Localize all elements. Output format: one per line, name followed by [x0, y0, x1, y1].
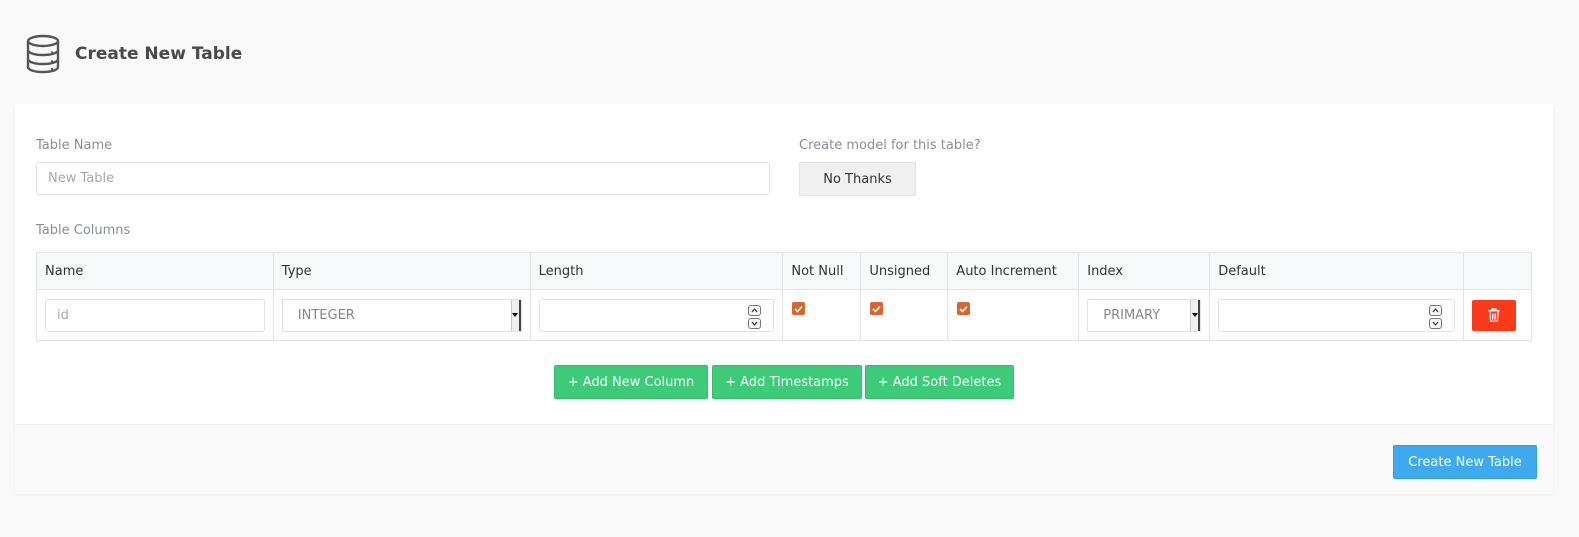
cell-not-null [782, 289, 862, 341]
trash-icon [1488, 308, 1500, 322]
spin-down-icon[interactable] [748, 317, 762, 329]
col-header-type: Type [272, 252, 531, 290]
spin-up-icon[interactable] [748, 304, 762, 316]
col-header-unsigned: Unsigned [860, 252, 949, 290]
cell-name: id [36, 289, 274, 341]
add-new-column-button[interactable]: + Add New Column [554, 365, 708, 399]
auto-increment-checkbox[interactable] [957, 302, 971, 315]
page-header: Create New Table [25, 34, 242, 74]
cell-type: INTEGER [272, 289, 531, 341]
chevron-down-icon[interactable] [1190, 299, 1201, 331]
page-title: Create New Table [75, 44, 243, 64]
create-model-label: Create model for this table? [799, 138, 981, 153]
unsigned-checkbox[interactable] [870, 302, 884, 315]
spin-up-icon[interactable] [1428, 304, 1442, 316]
not-null-checkbox[interactable] [792, 302, 806, 315]
chevron-down-icon[interactable] [510, 299, 521, 331]
type-select[interactable]: INTEGER [281, 298, 522, 332]
index-select-value: PRIMARY [1103, 307, 1161, 323]
table-row: id INTEGER PRIMARY [36, 289, 1533, 341]
table-name-label: Table Name [36, 138, 113, 153]
column-name-input[interactable]: id [45, 298, 265, 332]
database-icon [26, 34, 60, 74]
cell-unsigned [860, 289, 949, 341]
panel-footer: Create New Table [15, 424, 1553, 494]
add-timestamps-button[interactable]: + Add Timestamps [712, 365, 862, 399]
default-spinner[interactable] [1428, 304, 1442, 329]
cell-auto-increment [947, 289, 1080, 341]
cell-length [529, 289, 784, 341]
table-name-input[interactable] [36, 162, 770, 195]
cell-index: PRIMARY [1078, 289, 1211, 341]
spin-down-icon[interactable] [1428, 317, 1442, 329]
col-header-auto-increment: Auto Increment [947, 252, 1080, 290]
cell-actions [1462, 289, 1533, 341]
panel-body: Table Name Create model for this table? … [15, 104, 1553, 424]
check-icon [959, 305, 968, 313]
length-input[interactable] [538, 298, 775, 332]
table-header-row: Name Type Length Not Null Unsigned Auto … [36, 252, 1533, 290]
index-select[interactable]: PRIMARY [1087, 298, 1202, 332]
default-input[interactable] [1218, 298, 1455, 332]
check-icon [794, 305, 803, 313]
table-columns-label: Table Columns [36, 223, 131, 238]
cell-default [1209, 289, 1464, 341]
col-header-actions [1462, 252, 1533, 290]
check-icon [872, 305, 881, 313]
type-select-value: INTEGER [297, 307, 355, 323]
column-name-placeholder: id [57, 307, 69, 323]
delete-column-button[interactable] [1471, 299, 1516, 331]
col-header-not-null: Not Null [782, 252, 862, 290]
col-header-length: Length [529, 252, 784, 290]
add-soft-deletes-button[interactable]: + Add Soft Deletes [865, 365, 1014, 399]
col-header-default: Default [1209, 252, 1464, 290]
columns-table: Name Type Length Not Null Unsigned Auto … [36, 252, 1533, 341]
create-new-table-button[interactable]: Create New Table [1393, 445, 1537, 479]
length-spinner[interactable] [748, 304, 762, 329]
col-header-name: Name [36, 252, 274, 290]
create-table-panel: Table Name Create model for this table? … [15, 104, 1553, 494]
col-header-index: Index [1078, 252, 1211, 290]
no-thanks-button[interactable]: No Thanks [799, 162, 916, 196]
